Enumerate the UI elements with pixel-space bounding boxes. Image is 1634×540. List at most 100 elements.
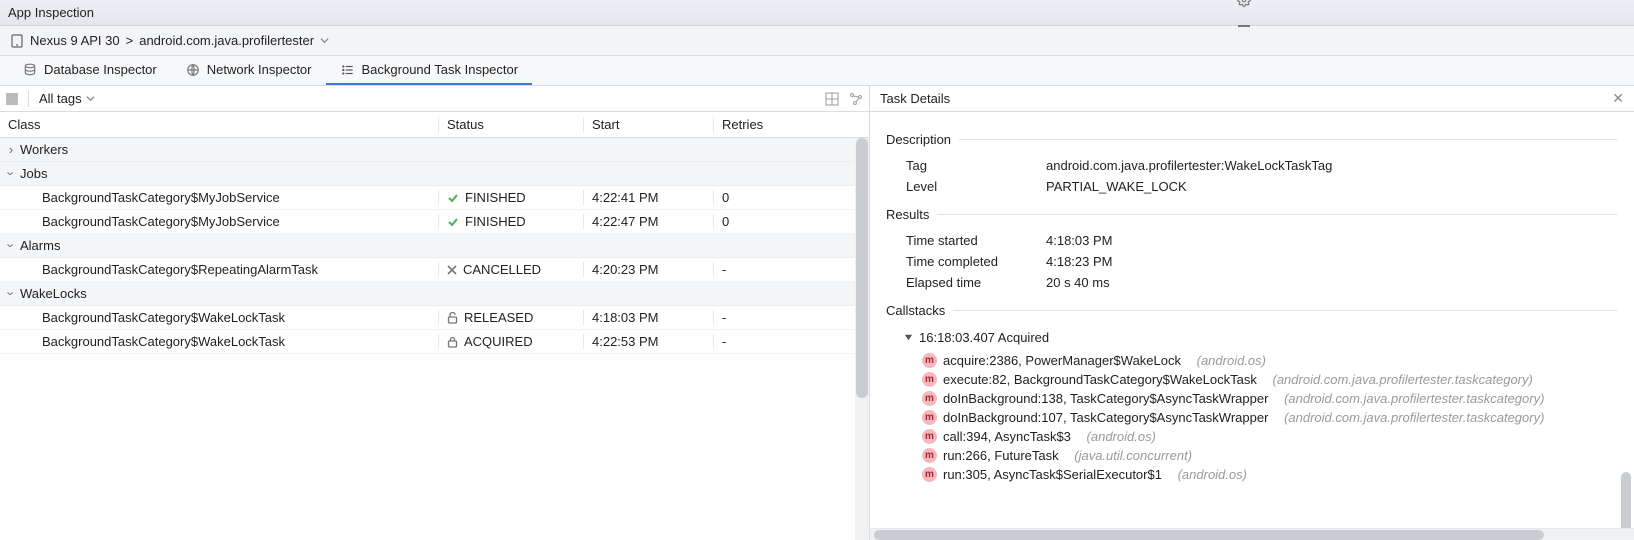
stack-frame[interactable]: m execute:82, BackgroundTaskCategory$Wake…: [886, 370, 1618, 389]
group-label: WakeLocks: [20, 286, 87, 301]
scrollbar-thumb[interactable]: [856, 138, 868, 398]
table-row[interactable]: BackgroundTaskCategory$MyJobService FINI…: [0, 210, 869, 234]
method-badge-icon: m: [922, 353, 937, 368]
group-jobs[interactable]: › Jobs: [0, 162, 869, 186]
process-name: android.com.java.profilertester: [139, 33, 314, 48]
cell-retries: -: [714, 334, 869, 349]
tab-background-task-inspector[interactable]: Background Task Inspector: [326, 56, 533, 85]
section-results: Results: [886, 207, 1618, 222]
chevron-down-icon: ›: [4, 169, 19, 179]
tab-label: Network Inspector: [207, 62, 312, 77]
frame-package: (android.os): [1197, 353, 1266, 368]
check-icon: [447, 216, 459, 228]
col-retries[interactable]: Retries: [714, 117, 869, 132]
frame-package: (android.os): [1178, 467, 1247, 482]
section-description: Description: [886, 132, 1618, 147]
frame-text: call:394, AsyncTask$3: [943, 429, 1071, 444]
details-body: Description Tagandroid.com.java.profiler…: [870, 112, 1634, 528]
table-view-icon[interactable]: [825, 92, 839, 106]
frame-package: (android.com.java.profilertester.taskcat…: [1284, 410, 1544, 425]
method-badge-icon: m: [922, 467, 937, 482]
kv-value: 4:18:03 PM: [1046, 233, 1618, 248]
vertical-scrollbar[interactable]: [855, 138, 869, 540]
chevron-down-icon: [86, 94, 95, 103]
cell-retries: -: [714, 262, 869, 277]
group-label: Jobs: [20, 166, 47, 181]
close-icon[interactable]: ✕: [1612, 90, 1624, 107]
section-label: Results: [886, 207, 929, 222]
cell-retries: 0: [714, 214, 869, 229]
stack-frame[interactable]: mdoInBackground:107, TaskCategory$AsyncT…: [886, 408, 1618, 427]
horizontal-scrollbar[interactable]: [870, 528, 1634, 540]
x-icon: [447, 265, 457, 275]
cell-status: RELEASED: [464, 310, 533, 325]
frame-package: (java.util.concurrent): [1074, 448, 1192, 463]
table-row[interactable]: BackgroundTaskCategory$WakeLockTask ACQU…: [0, 330, 869, 354]
group-alarms[interactable]: › Alarms: [0, 234, 869, 258]
kv-key: Tag: [906, 158, 1046, 173]
stack-frame[interactable]: macquire:2386, PowerManager$WakeLock (an…: [886, 351, 1618, 370]
stack-frame[interactable]: mcall:394, AsyncTask$3 (android.os): [886, 427, 1618, 446]
triangle-down-icon: [904, 333, 913, 342]
col-start[interactable]: Start: [584, 117, 714, 132]
cell-start: 4:18:03 PM: [584, 310, 714, 325]
cell-retries: -: [714, 310, 869, 325]
method-badge-icon: m: [922, 448, 937, 463]
task-list-panel: All tags Class Status Start Retries: [0, 86, 870, 540]
frame-text: execute:82, BackgroundTaskCategory$WakeL…: [943, 372, 1257, 387]
cell-class: BackgroundTaskCategory$WakeLockTask: [0, 334, 439, 349]
device-name: Nexus 9 API 30: [30, 33, 120, 48]
callstack-header: 16:18:03.407 Acquired: [919, 330, 1049, 345]
frame-text: doInBackground:138, TaskCategory$AsyncTa…: [943, 391, 1268, 406]
check-icon: [447, 192, 459, 204]
col-class[interactable]: Class: [0, 117, 439, 132]
graph-view-icon[interactable]: [849, 92, 863, 106]
section-label: Callstacks: [886, 303, 945, 318]
table-row[interactable]: BackgroundTaskCategory$MyJobService FINI…: [0, 186, 869, 210]
minimize-icon[interactable]: [1236, 18, 1252, 34]
stop-icon[interactable]: [6, 93, 18, 105]
kv-key: Elapsed time: [906, 275, 1046, 290]
cell-status: FINISHED: [465, 190, 526, 205]
frame-text: run:305, AsyncTask$SerialExecutor$1: [943, 467, 1162, 482]
details-header: Task Details ✕: [870, 86, 1634, 112]
list-icon: [340, 62, 356, 78]
kv-key: Time started: [906, 233, 1046, 248]
group-wakelocks[interactable]: › WakeLocks: [0, 282, 869, 306]
chevron-down-icon: [320, 36, 329, 45]
table-row[interactable]: BackgroundTaskCategory$WakeLockTask RELE…: [0, 306, 869, 330]
vertical-scrollbar[interactable]: [1621, 472, 1631, 528]
kv-key: Time completed: [906, 254, 1046, 269]
tab-label: Database Inspector: [44, 62, 157, 77]
task-details-panel: Task Details ✕ Description Tagandroid.co…: [870, 86, 1634, 540]
details-title: Task Details: [880, 91, 950, 106]
tags-filter-dropdown[interactable]: All tags: [39, 91, 95, 106]
cell-status: CANCELLED: [463, 262, 541, 277]
table-row[interactable]: BackgroundTaskCategory$RepeatingAlarmTas…: [0, 258, 869, 282]
filter-bar: All tags: [0, 86, 869, 112]
scrollbar-thumb[interactable]: [874, 530, 1544, 540]
tab-network-inspector[interactable]: Network Inspector: [171, 56, 326, 85]
stack-frame[interactable]: m run:305, AsyncTask$SerialExecutor$1 (an…: [886, 465, 1618, 484]
task-table-body: › Workers › Jobs BackgroundTaskCategory$…: [0, 138, 869, 540]
callstack-group[interactable]: 16:18:03.407 Acquired: [886, 326, 1618, 351]
column-headers: Class Status Start Retries: [0, 112, 869, 138]
title-bar: App Inspection: [0, 0, 1634, 26]
gear-icon[interactable]: [1236, 0, 1252, 8]
database-icon: [22, 62, 38, 78]
method-badge-icon: m: [922, 372, 937, 387]
section-label: Description: [886, 132, 951, 147]
group-workers[interactable]: › Workers: [0, 138, 869, 162]
col-status[interactable]: Status: [439, 117, 584, 132]
cell-status: ACQUIRED: [464, 334, 533, 349]
tab-database-inspector[interactable]: Database Inspector: [8, 56, 171, 85]
frame-package: (android.com.java.profilertester.taskcat…: [1272, 372, 1532, 387]
lock-icon: [447, 336, 458, 348]
group-label: Workers: [20, 142, 68, 157]
section-callstacks: Callstacks: [886, 303, 1618, 318]
breadcrumb-separator: >: [126, 33, 134, 48]
stack-frame[interactable]: m doInBackground:138, TaskCategory$AsyncT…: [886, 389, 1618, 408]
cell-start: 4:20:23 PM: [584, 262, 714, 277]
stack-frame[interactable]: mrun:266, FutureTask (java.util.concurre…: [886, 446, 1618, 465]
method-badge-icon: m: [922, 391, 937, 406]
